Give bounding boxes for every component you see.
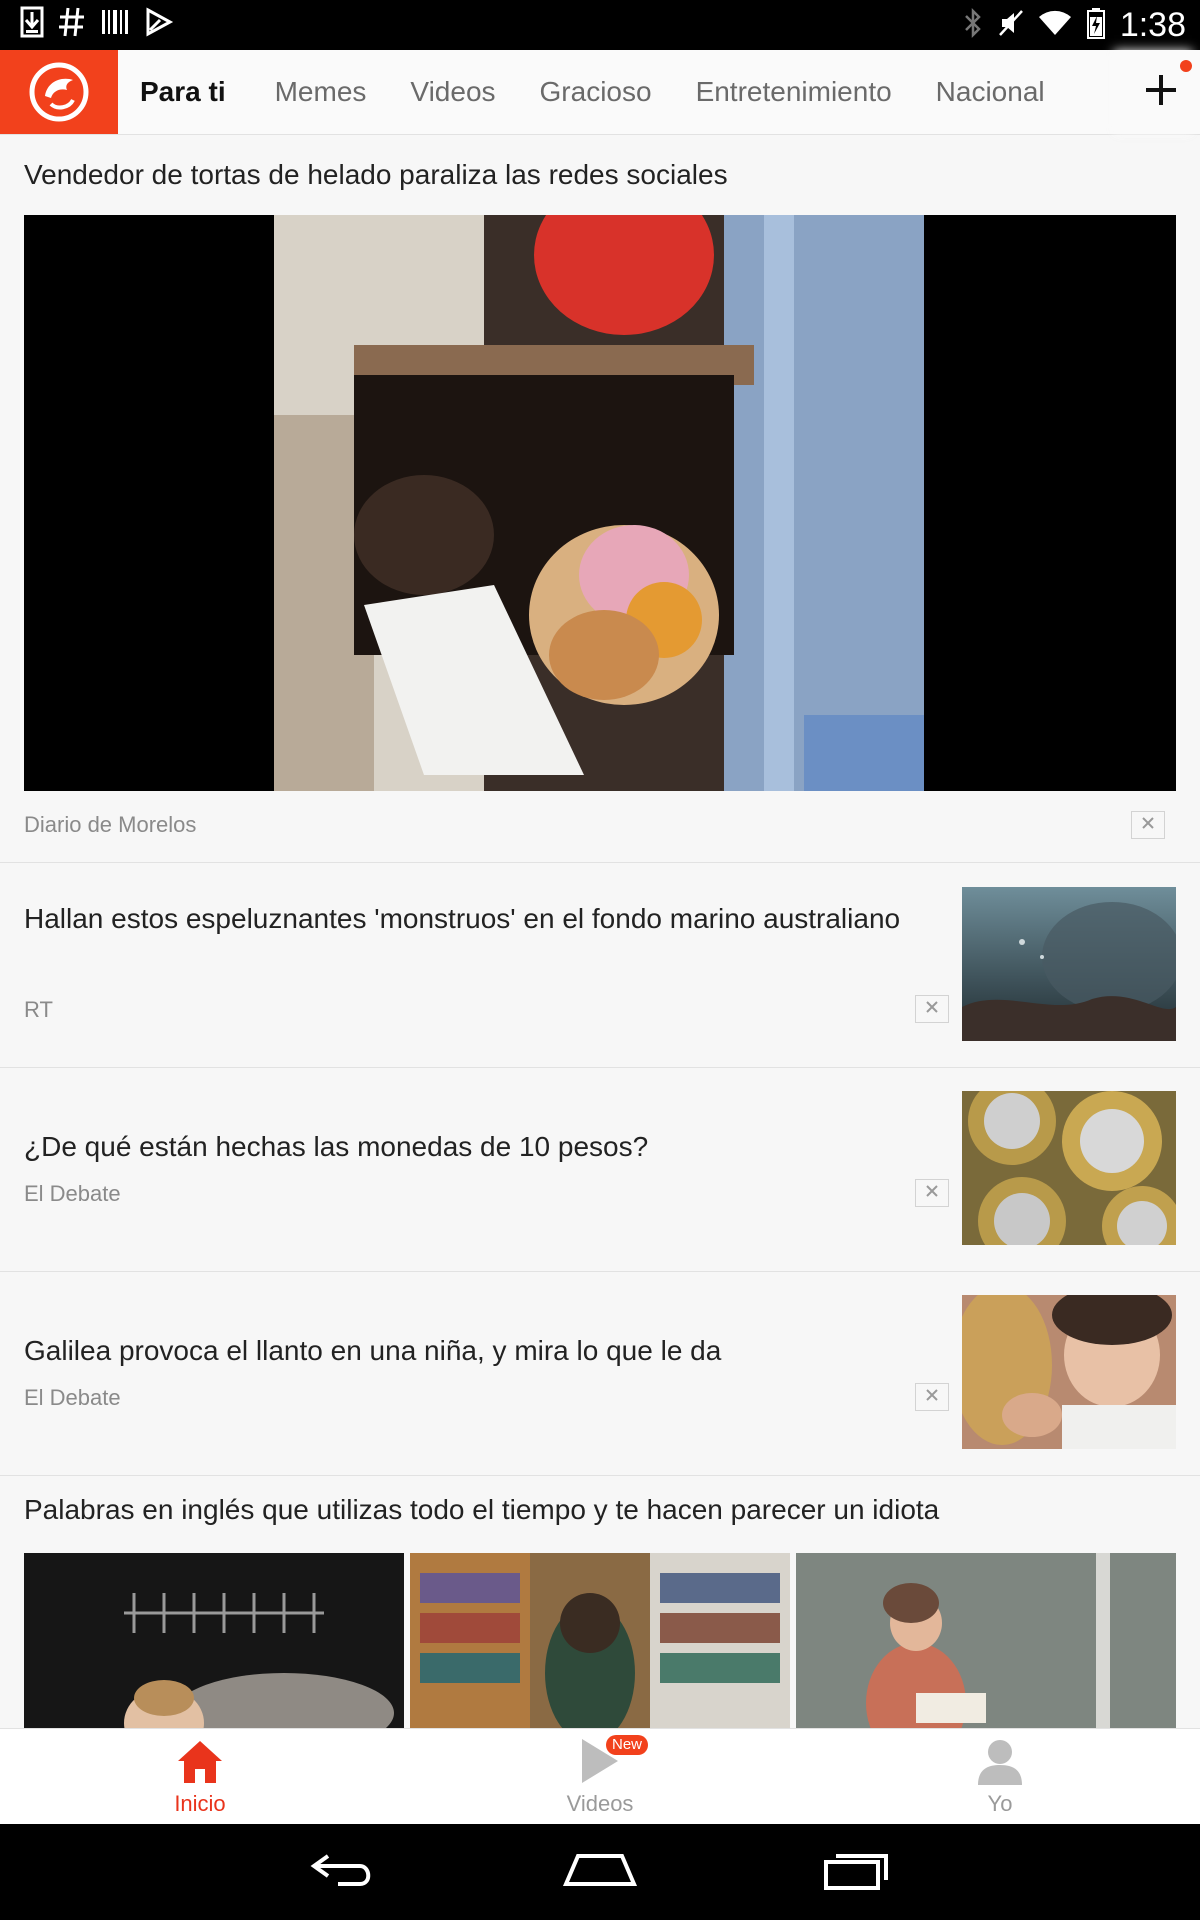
dismiss-button[interactable]	[915, 995, 949, 1023]
news-item-thumbnail[interactable]	[962, 887, 1176, 1041]
clock: 1:38	[1119, 6, 1186, 44]
app-logo[interactable]	[0, 50, 118, 134]
bluetooth-icon	[962, 7, 984, 44]
home-icon	[176, 1739, 224, 1790]
back-icon[interactable]	[308, 1844, 378, 1899]
close-icon	[1141, 816, 1155, 835]
news-item-source: El Debate	[24, 1385, 121, 1410]
tab-memes[interactable]: Memes	[252, 76, 388, 108]
notification-dot	[1180, 60, 1192, 72]
featured-title[interactable]: Vendedor de tortas de helado paraliza la…	[24, 157, 728, 193]
gallery-images[interactable]	[24, 1553, 1176, 1728]
close-icon	[925, 1388, 939, 1407]
dismiss-button[interactable]	[915, 1179, 949, 1207]
play-store-icon	[144, 6, 174, 43]
tab-gracioso[interactable]: Gracioso	[517, 76, 673, 108]
nav-label: Inicio	[174, 1791, 226, 1816]
hashtag-icon	[58, 6, 86, 43]
nav-videos[interactable]: New Videos	[500, 1729, 700, 1825]
tab-videos[interactable]: Videos	[387, 76, 516, 108]
tab-entretenimiento[interactable]: Entretenimiento	[673, 76, 913, 108]
news-item[interactable]: Galilea provoca el llanto en una niña, y…	[0, 1271, 1200, 1475]
news-item-title[interactable]: ¿De qué están hechas las monedas de 10 p…	[24, 1129, 904, 1165]
gallery-image[interactable]	[410, 1553, 790, 1728]
plus-icon	[1143, 72, 1179, 113]
barcode-icon	[100, 6, 130, 43]
battery-icon	[1086, 7, 1106, 44]
featured-source: Diario de Morelos	[24, 812, 197, 837]
category-tab-bar: Para ti Memes Videos Gracioso Entretenim…	[0, 50, 1200, 135]
news-item-source: El Debate	[24, 1181, 121, 1206]
featured-video[interactable]	[24, 215, 1176, 791]
bottom-navigation: Inicio New Videos Yo	[0, 1728, 1200, 1825]
nav-label: Yo	[987, 1791, 1013, 1816]
nav-inicio[interactable]: Inicio	[100, 1729, 300, 1825]
news-item-title[interactable]: Galilea provoca el llanto en una niña, y…	[24, 1333, 904, 1369]
news-feed[interactable]: Vendedor de tortas de helado paraliza la…	[0, 135, 1200, 1728]
person-icon	[976, 1737, 1024, 1790]
add-category-button[interactable]	[1122, 50, 1200, 134]
close-icon	[925, 1000, 939, 1019]
system-navigation-bar	[0, 1824, 1200, 1920]
status-bar: 1:38	[0, 0, 1200, 50]
mute-icon	[998, 7, 1024, 44]
news-item-thumbnail[interactable]	[962, 1295, 1176, 1449]
news-item-title[interactable]: Hallan estos espeluznantes 'monstruos' e…	[24, 901, 904, 937]
nav-label: Videos	[566, 1791, 634, 1816]
download-icon	[20, 6, 44, 43]
gallery-image[interactable]	[796, 1553, 1176, 1728]
dismiss-button[interactable]	[1131, 811, 1165, 839]
divider	[0, 1475, 1200, 1476]
tab-nacional[interactable]: Nacional	[913, 76, 1066, 108]
new-badge: New	[606, 1735, 649, 1755]
dismiss-button[interactable]	[915, 1383, 949, 1411]
recents-icon[interactable]	[822, 1844, 892, 1899]
news-item-thumbnail[interactable]	[962, 1091, 1176, 1245]
close-icon	[925, 1184, 939, 1203]
gallery-title[interactable]: Palabras en inglés que utilizas todo el …	[24, 1492, 939, 1528]
news-item-source: RT	[24, 997, 53, 1022]
nav-yo[interactable]: Yo	[900, 1729, 1100, 1825]
gallery-image[interactable]	[24, 1553, 404, 1728]
tab-para-ti[interactable]: Para ti	[118, 76, 252, 108]
home-nav-icon[interactable]	[562, 1844, 638, 1899]
news-item[interactable]: Hallan estos espeluznantes 'monstruos' e…	[0, 863, 1200, 1067]
news-item[interactable]: ¿De qué están hechas las monedas de 10 p…	[0, 1067, 1200, 1271]
category-tabs: Para ti Memes Videos Gracioso Entretenim…	[118, 50, 1122, 134]
wifi-icon	[1038, 7, 1072, 44]
